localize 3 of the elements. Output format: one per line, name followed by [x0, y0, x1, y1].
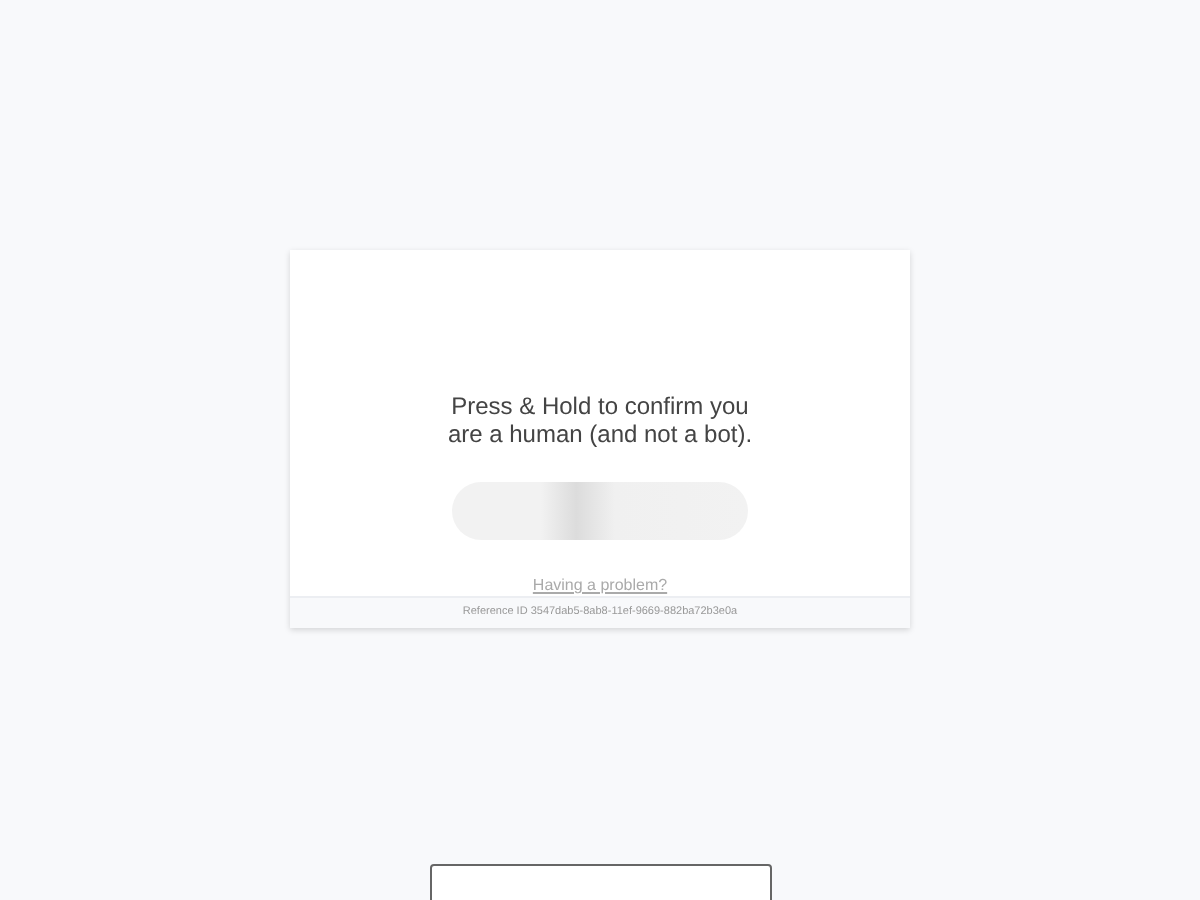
challenge-prompt: Press & Hold to confirm you are a human (and not a bot). — [445, 392, 755, 448]
press-and-hold-button[interactable] — [452, 482, 748, 540]
help-link[interactable]: Having a problem? — [532, 576, 668, 596]
